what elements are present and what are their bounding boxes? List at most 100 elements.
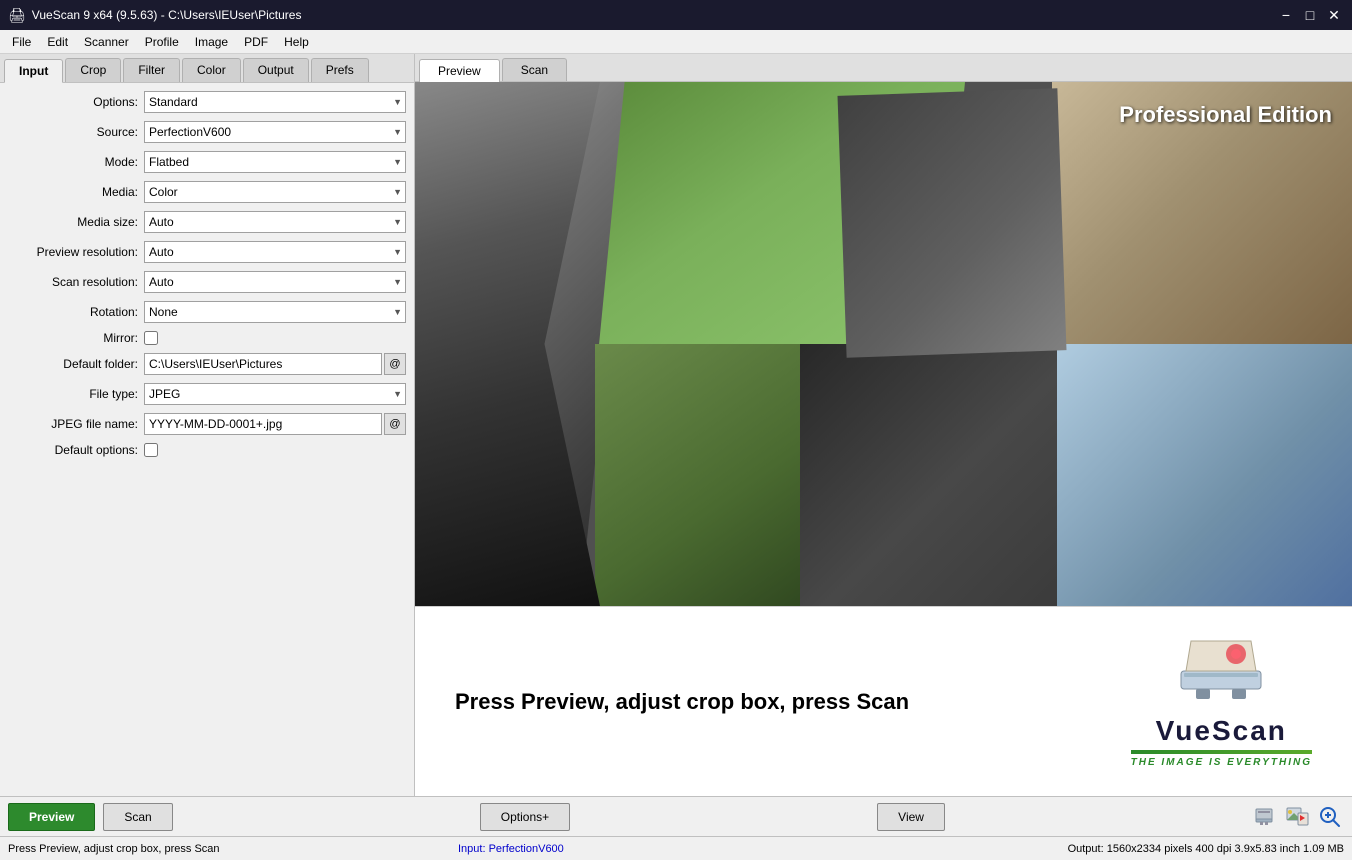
image-transfer-icon[interactable] [1284, 803, 1312, 831]
status-mid: Input: PerfectionV600 [458, 843, 944, 855]
scan-resolution-select[interactable]: Auto 150 300 600 1200 [144, 271, 406, 293]
default-options-row: Default options: [8, 443, 406, 457]
media-size-label: Media size: [8, 215, 138, 229]
media-select[interactable]: Color Gray Black & White [144, 181, 406, 203]
app-icon: 🖨 [8, 7, 26, 24]
titlebar: 🖨 VueScan 9 x64 (9.5.63) - C:\Users\IEUs… [0, 0, 1352, 30]
source-row: Source: PerfectionV600 Flatbed [8, 121, 406, 143]
default-options-checkbox[interactable] [144, 443, 158, 457]
photo-snap-card [837, 88, 1066, 358]
window-controls: − □ ✕ [1276, 5, 1344, 25]
options-select-wrapper: Standard Advanced Professional [144, 91, 406, 113]
mode-select[interactable]: Flatbed Transparency ADF [144, 151, 406, 173]
media-size-select-wrapper: Auto Letter A4 Legal [144, 211, 406, 233]
tab-input[interactable]: Input [4, 59, 63, 83]
source-label: Source: [8, 125, 138, 139]
media-select-wrapper: Color Gray Black & White [144, 181, 406, 203]
default-folder-row: Default folder: C:\Users\IEUser\Pictures… [8, 353, 406, 375]
zoom-in-svg [1318, 805, 1342, 829]
default-folder-select[interactable]: C:\Users\IEUser\Pictures [144, 353, 382, 375]
default-options-label: Default options: [8, 443, 138, 457]
scan-history-svg [1254, 805, 1278, 829]
bottom-icon-group [1252, 803, 1344, 831]
vuescan-logo: VueScan THE IMAGE IS EVERYTHING [1131, 636, 1312, 768]
tab-crop[interactable]: Crop [65, 58, 121, 82]
maximize-button[interactable]: □ [1300, 5, 1320, 25]
scan-resolution-label: Scan resolution: [8, 275, 138, 289]
preview-tab-scan[interactable]: Scan [502, 58, 567, 81]
view-button[interactable]: View [877, 803, 945, 831]
menu-pdf[interactable]: PDF [236, 33, 276, 51]
bottom-bar: Preview Scan Options+ View [0, 796, 1352, 836]
scan-resolution-row: Scan resolution: Auto 150 300 600 1200 [8, 271, 406, 293]
rotation-row: Rotation: None 90 CW 90 CCW 180 [8, 301, 406, 323]
options-plus-button[interactable]: Options+ [480, 803, 570, 831]
media-size-row: Media size: Auto Letter A4 Legal [8, 211, 406, 233]
image-transfer-svg [1286, 805, 1310, 829]
jpeg-name-at-button[interactable]: @ [384, 413, 406, 435]
scan-history-icon[interactable] [1252, 803, 1280, 831]
logo-underline [1131, 750, 1312, 754]
preview-res-select-wrapper: Auto 75 150 300 [144, 241, 406, 263]
options-select[interactable]: Standard Advanced Professional [144, 91, 406, 113]
zoom-in-icon[interactable] [1316, 803, 1344, 831]
pro-edition-overlay: Professional Edition [1119, 102, 1332, 128]
left-tab-bar: Input Crop Filter Color Output Prefs [0, 54, 414, 83]
close-button[interactable]: ✕ [1324, 5, 1344, 25]
promo-area: Press Preview, adjust crop box, press Sc… [415, 606, 1352, 796]
status-left: Press Preview, adjust crop box, press Sc… [8, 843, 458, 855]
tab-filter[interactable]: Filter [123, 58, 180, 82]
jpeg-name-row: JPEG file name: YYYY-MM-DD-0001+.jpg @ [8, 413, 406, 435]
scan-res-select-wrapper: Auto 150 300 600 1200 [144, 271, 406, 293]
source-select-wrapper: PerfectionV600 Flatbed [144, 121, 406, 143]
preview-resolution-label: Preview resolution: [8, 245, 138, 259]
photo-scanner-right [1057, 344, 1352, 606]
status-right: Output: 1560x2334 pixels 400 dpi 3.9x5.8… [944, 843, 1344, 855]
default-folder-label: Default folder: [8, 357, 138, 371]
jpeg-name-label: JPEG file name: [8, 417, 138, 431]
media-row: Media: Color Gray Black & White [8, 181, 406, 203]
menu-edit[interactable]: Edit [39, 33, 76, 51]
default-folder-input-group: C:\Users\IEUser\Pictures @ [144, 353, 406, 375]
preview-resolution-select[interactable]: Auto 75 150 300 [144, 241, 406, 263]
file-type-select[interactable]: JPEG TIFF PNG PDF [144, 383, 406, 405]
scanner-svg-icon [1176, 636, 1266, 711]
tab-color[interactable]: Color [182, 58, 241, 82]
menu-image[interactable]: Image [187, 33, 236, 51]
default-folder-at-button[interactable]: @ [384, 353, 406, 375]
mirror-label: Mirror: [8, 331, 138, 345]
file-type-label: File type: [8, 387, 138, 401]
preview-button[interactable]: Preview [8, 803, 95, 831]
form-area: Options: Standard Advanced Professional … [0, 83, 414, 796]
menu-profile[interactable]: Profile [137, 33, 187, 51]
mode-row: Mode: Flatbed Transparency ADF [8, 151, 406, 173]
file-type-select-wrapper: JPEG TIFF PNG PDF [144, 383, 406, 405]
preview-content: Professional Edition [415, 82, 1352, 606]
vuescan-tagline: THE IMAGE IS EVERYTHING [1131, 757, 1312, 768]
tab-prefs[interactable]: Prefs [311, 58, 369, 82]
preview-tab-preview[interactable]: Preview [419, 59, 500, 82]
jpeg-name-select[interactable]: YYYY-MM-DD-0001+.jpg [144, 413, 382, 435]
media-label: Media: [8, 185, 138, 199]
menu-help[interactable]: Help [276, 33, 317, 51]
options-label: Options: [8, 95, 138, 109]
collage: Professional Edition [415, 82, 1352, 606]
mode-label: Mode: [8, 155, 138, 169]
source-select[interactable]: PerfectionV600 Flatbed [144, 121, 406, 143]
media-size-select[interactable]: Auto Letter A4 Legal [144, 211, 406, 233]
right-panel: Preview Scan [415, 54, 1352, 796]
scan-button[interactable]: Scan [103, 803, 172, 831]
window-title: VueScan 9 x64 (9.5.63) - C:\Users\IEUser… [32, 8, 302, 22]
tab-output[interactable]: Output [243, 58, 309, 82]
rotation-label: Rotation: [8, 305, 138, 319]
main-area: Input Crop Filter Color Output Prefs Opt… [0, 54, 1352, 796]
menu-scanner[interactable]: Scanner [76, 33, 137, 51]
mirror-checkbox[interactable] [144, 331, 158, 345]
menu-file[interactable]: File [4, 33, 39, 51]
rotation-select[interactable]: None 90 CW 90 CCW 180 [144, 301, 406, 323]
mirror-row: Mirror: [8, 331, 406, 345]
minimize-button[interactable]: − [1276, 5, 1296, 25]
rotation-select-wrapper: None 90 CW 90 CCW 180 [144, 301, 406, 323]
file-type-row: File type: JPEG TIFF PNG PDF [8, 383, 406, 405]
vuescan-logo-name: VueScan [1156, 711, 1287, 748]
